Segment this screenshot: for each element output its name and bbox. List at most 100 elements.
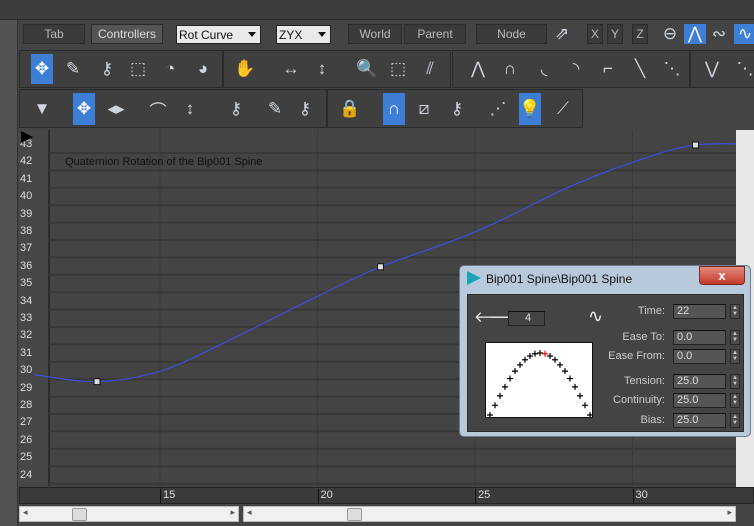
ease-to-label: Ease To:	[622, 331, 665, 343]
ease-to-field[interactable]: 0.0	[673, 330, 726, 345]
scrollbar-thumb[interactable]	[347, 508, 362, 521]
time-ruler[interactable]: 15 20 25 30	[19, 487, 754, 504]
gimbal-icon: ⊖	[662, 24, 678, 43]
lock-tangents-icon: ⟋	[557, 99, 569, 118]
curve-key[interactable]	[377, 263, 384, 271]
retime-button[interactable]: ◔	[159, 54, 181, 84]
tension-field[interactable]: 25.0	[673, 374, 726, 389]
curve-key[interactable]	[93, 378, 101, 386]
chevron-down-icon	[318, 32, 326, 37]
curve-type-dropdown[interactable]: Rot Curve	[176, 25, 261, 44]
lock-tangents-button[interactable]: ⟋	[552, 93, 574, 125]
ease-from-spinner[interactable]: ▲ ▼	[730, 349, 740, 364]
dialog-title: Bip001 Spine\Bip001 Spine	[486, 272, 633, 286]
curve-key[interactable]	[692, 141, 699, 149]
move-arrow-button[interactable]: ⇗	[551, 24, 573, 44]
lock-icon: 🔒	[339, 99, 361, 118]
x-tick-label: 25	[475, 489, 490, 504]
draw-curves-button[interactable]: ✎	[264, 93, 286, 125]
retime-all-button[interactable]: ◕	[192, 54, 214, 84]
x-axis-button[interactable]: X	[587, 24, 603, 44]
scale-values-button[interactable]: ↕	[179, 93, 201, 125]
parent-button[interactable]: Parent	[404, 24, 466, 44]
zoom-region-button[interactable]: ⬚	[387, 54, 409, 84]
retime-all-icon: ◕	[197, 59, 209, 78]
scroll-left-icon[interactable]: ◂	[23, 507, 28, 518]
world-button[interactable]: World	[348, 24, 402, 44]
key-tangent-button[interactable]: ⋁	[701, 54, 723, 84]
y-tick-label: 35	[20, 277, 33, 290]
smooth-tangent-button[interactable]: ⋱	[661, 54, 683, 84]
key-green-icon: ⚷	[450, 99, 464, 118]
wave-button[interactable]: ∿	[734, 24, 754, 44]
tension-spinner[interactable]: ▲ ▼	[730, 374, 740, 389]
zoom-button[interactable]: 🔍	[356, 54, 378, 84]
scroll-right-icon[interactable]: ▸	[727, 507, 732, 518]
frame-horizontal-button[interactable]: ↔	[280, 54, 302, 84]
tcb-sample-marker	[552, 356, 558, 363]
slide-keys-button[interactable]: ◂▸	[105, 93, 127, 125]
add-key-curve-icon: ⋀	[688, 24, 702, 43]
ease-to-spinner[interactable]: ▲ ▼	[730, 330, 740, 345]
draw-curves-icon: ✎	[267, 99, 283, 118]
node-button[interactable]: Node	[476, 24, 547, 44]
add-key-curve-button[interactable]: ⋀	[684, 24, 706, 44]
region-select-button[interactable]: ⬚	[127, 54, 149, 84]
move-keys-button[interactable]: ✥	[73, 93, 95, 125]
dialog-body: 🡐 🡒 4 ∿ Time:22▲▼Ease To:0.0▲▼Ease From:…	[467, 294, 744, 432]
z-axis-button[interactable]: Z	[632, 24, 648, 44]
show-all-tangents-button[interactable]: 💡	[519, 93, 541, 125]
move-keys-button[interactable]: ✥	[31, 54, 53, 84]
key-number-field[interactable]: 4	[508, 311, 545, 326]
controllers-button[interactable]: Controllers	[91, 24, 163, 44]
continuity-field[interactable]: 25.0	[673, 393, 726, 408]
snap-magnet-button[interactable]: ∩	[383, 93, 405, 125]
y-tick-label: 26	[20, 433, 33, 446]
key-green-button[interactable]: ⚷	[446, 93, 468, 125]
left-scrollbar[interactable]: ◂ ▸	[19, 506, 239, 522]
bias-field[interactable]: 25.0	[673, 413, 726, 428]
axis-order-dropdown[interactable]: ZYX	[276, 25, 331, 44]
add-key-icon: ⚷	[100, 59, 114, 78]
frame-horizontal-icon: ↔	[282, 59, 300, 78]
spline-tangent-button[interactable]: ∩	[499, 54, 521, 84]
x-tick-label: 30	[632, 489, 648, 504]
auto-tangent-button[interactable]: ⋀	[467, 54, 489, 84]
curve-key-button[interactable]: ∾	[708, 24, 730, 44]
gimbal-button[interactable]: ⊖	[659, 24, 681, 44]
y-axis-button[interactable]: Y	[607, 24, 623, 44]
lock-button[interactable]: 🔒	[339, 93, 361, 125]
parameter-curve-button[interactable]: ⧄	[413, 93, 435, 125]
filter-button[interactable]: ▼	[31, 93, 53, 125]
linear-tangent-button[interactable]: ╲	[629, 54, 651, 84]
pan-hand-button[interactable]: ✋	[234, 54, 256, 84]
show-tangents-button[interactable]: ⋰	[487, 93, 509, 125]
step-tangent-button[interactable]: ⌐	[597, 54, 619, 84]
reduce-keys-icon: ⚷	[298, 99, 312, 118]
add-key-button[interactable]: ⚷	[225, 93, 247, 125]
scroll-right-icon[interactable]: ▸	[230, 507, 235, 518]
close-button[interactable]: x	[699, 266, 745, 285]
y-tick-label: 28	[20, 399, 33, 411]
bias-spinner[interactable]: ▲ ▼	[730, 413, 740, 428]
continuity-spinner[interactable]: ▲ ▼	[730, 393, 740, 408]
main-scrollbar[interactable]: ◂ ▸	[243, 506, 736, 522]
frame-vertical-button[interactable]: ↕	[311, 54, 333, 84]
reduce-keys-button[interactable]: ⚷	[294, 93, 316, 125]
fast-tangent-button[interactable]: ◟	[533, 54, 555, 84]
isolate-curve-button[interactable]: ⫽	[419, 54, 441, 84]
scale-keys-button[interactable]: ⌒	[147, 93, 169, 125]
add-key-button[interactable]: ⚷	[96, 54, 118, 84]
tcb-sample-marker	[537, 350, 543, 356]
y-tick-label: 38	[20, 225, 33, 237]
time-spinner[interactable]: ▲ ▼	[730, 304, 740, 319]
tab-button[interactable]: Tab	[23, 24, 85, 44]
scroll-left-icon[interactable]: ◂	[247, 507, 252, 518]
scrollbar-thumb[interactable]	[72, 508, 87, 521]
slow-tangent-button[interactable]: ◝	[565, 54, 587, 84]
y-tick-label: 41	[20, 172, 33, 185]
time-field[interactable]: 22	[673, 304, 726, 319]
draw-curves-button[interactable]: ✎	[62, 54, 84, 84]
key-tangent-2-button[interactable]: ⋱	[734, 54, 754, 84]
ease-from-field[interactable]: 0.0	[673, 349, 726, 364]
